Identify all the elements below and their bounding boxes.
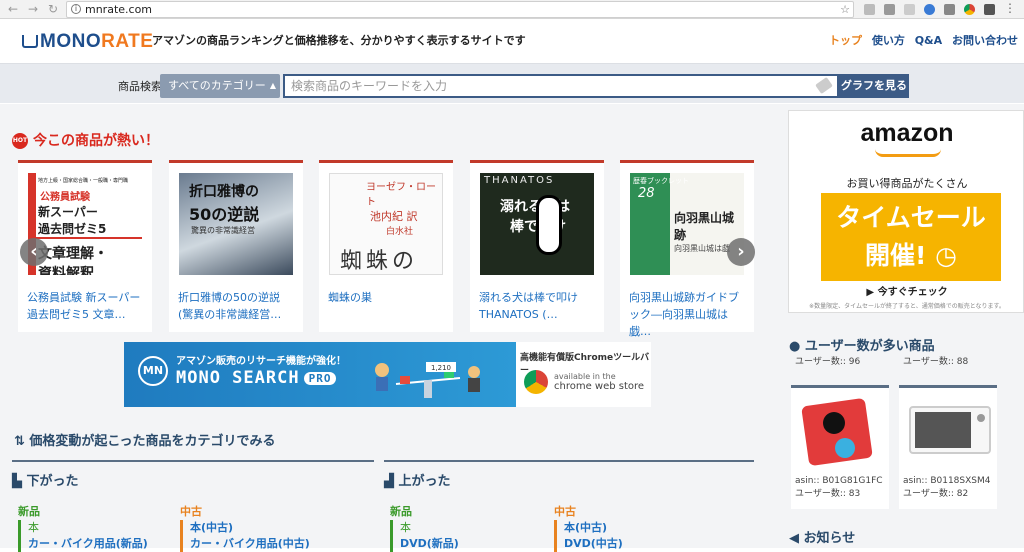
extension-icon[interactable] — [984, 4, 995, 15]
site-tagline: アマゾンの商品ランキングと価格推移を、分かりやすく表示するサイトです — [152, 34, 526, 47]
site-header: MONORATE アマゾンの商品ランキングと価格推移を、分かりやすく表示するサイ… — [0, 19, 1024, 63]
up-new-column: 新品 本 DVD(新品) — [390, 505, 459, 552]
product-title-link[interactable]: 溺れる犬は棒で叩け THANATOS (… — [479, 289, 597, 323]
main-content: HOT 今この商品が熱い！ 地方上級・国家総合職・一般職・専門職 公務員試験 新ス… — [0, 104, 775, 552]
nav-qa-link[interactable]: Q&A — [915, 34, 942, 47]
svg-text:1,210: 1,210 — [431, 364, 451, 372]
down-new-column: 新品 本 カー・バイク用品(新品) — [18, 505, 148, 552]
book-cover: 折口雅博の 50の逆説 驚異の非常識経営 — [179, 173, 293, 275]
select-arrows-icon: ▲ — [269, 81, 276, 90]
search-input[interactable]: 検索商品のキーワードを入力 — [283, 74, 839, 98]
product-title-link[interactable]: 蜘蛛の巣 — [328, 289, 446, 306]
book-cover: ヨーゼフ・ロート 池内紀 訳 白水社 蜘蛛の巣 — [329, 173, 443, 275]
popular-item-card[interactable]: asin:: B01G81G1FC ユーザー数:: 83 — [791, 385, 889, 509]
sort-arrows-icon: ⇅ — [14, 434, 30, 449]
category-select[interactable]: すべてのカテゴリー ▲ — [160, 74, 280, 98]
price-up-header: ▟ 上がった — [384, 460, 754, 490]
mono-search-logo-icon: MN — [138, 356, 168, 386]
mono-search-banner[interactable]: MN アマゾン販売のリサーチ機能が強化！ MONO SEARCH PRO 1,21… — [124, 342, 651, 407]
news-title: ◀ お知らせ — [789, 531, 856, 546]
sidebar: amazon お買い得商品がたくさん タイムセール 開催! ◷ ▶ 今すぐチェック… — [775, 104, 1024, 548]
browser-menu-icon[interactable]: ⋮ — [1004, 1, 1016, 15]
megaphone-icon: ◀ — [789, 531, 804, 546]
category-link[interactable]: カー・バイク用品(新品) — [28, 536, 148, 552]
chrome-web-store-icon — [524, 370, 548, 394]
cart-icon — [22, 35, 38, 48]
time-sale-panel: タイムセール 開催! ◷ — [821, 193, 1001, 281]
extension-icon[interactable] — [864, 4, 875, 15]
address-bar[interactable]: i mnrate.com ☆ — [66, 1, 854, 18]
scale-illustration: 1,210 — [375, 362, 480, 398]
amazon-logo: amazon — [860, 119, 954, 147]
up-used-column: 中古 本(中古) DVD(中古) — [554, 505, 623, 552]
toy-image — [795, 392, 885, 472]
clock-icon: ◷ — [926, 241, 957, 270]
forward-icon[interactable]: → — [28, 2, 38, 16]
graph-search-button[interactable]: グラフを見る — [839, 74, 909, 98]
info-icon[interactable]: i — [71, 4, 81, 14]
book-cover: 歴春ブックレット 28 向羽黒山城跡 向羽黒山城は戯 — [630, 173, 744, 275]
category-link[interactable]: 本(中古) — [190, 520, 310, 536]
amazon-smile-icon — [875, 149, 941, 157]
search-label: 商品検索 — [118, 80, 162, 93]
price-down-header: ▙ 下がった — [12, 460, 374, 490]
url-text: mnrate.com — [85, 3, 153, 16]
product-card[interactable]: 折口雅博の 50の逆説 驚異の非常識経営 折口雅博の50の逆説 (驚異の非常識経… — [169, 160, 303, 332]
product-card[interactable]: ヨーゼフ・ロート 池内紀 訳 白水社 蜘蛛の巣 蜘蛛の巣 — [319, 160, 453, 332]
amazon-ad[interactable]: amazon お買い得商品がたくさん タイムセール 開催! ◷ ▶ 今すぐチェック… — [788, 110, 1024, 313]
chart-up-icon: ▟ — [384, 474, 399, 489]
nav-howto-link[interactable]: 使い方 — [872, 34, 905, 47]
category-link[interactable]: 本 — [28, 520, 148, 536]
site-logo[interactable]: MONORATE — [22, 31, 153, 53]
category-link[interactable]: カー・バイク用品(中古) — [190, 536, 310, 552]
chrome-icon[interactable] — [964, 4, 975, 15]
chart-down-icon: ▙ — [12, 474, 27, 489]
product-title-link[interactable]: 向羽黒山城跡ガイドブック―向羽黒山城は戯… — [629, 289, 747, 340]
product-title-link[interactable]: 公務員試験 新スーパー過去問ゼミ5 文章… — [27, 289, 145, 323]
product-title-link[interactable]: 折口雅博の50の逆説 (驚異の非常識経営… — [178, 289, 296, 323]
check-now-link[interactable]: ▶ 今すぐチェック — [789, 283, 1023, 298]
category-section-title: ⇅ 価格変動が起こった商品をカテゴリでみる — [14, 434, 276, 449]
bookmark-star-icon[interactable]: ☆ — [840, 2, 850, 17]
eraser-icon[interactable] — [815, 76, 833, 95]
book-cover: THANATOS 溺れる犬は 棒で叩け — [480, 173, 594, 275]
extension-icon[interactable] — [884, 4, 895, 15]
nav-contact-link[interactable]: お問い合わせ — [952, 34, 1018, 47]
nav-top-link[interactable]: トップ — [829, 34, 862, 47]
carousel-next-button[interactable]: › — [727, 238, 755, 266]
category-link[interactable]: DVD(中古) — [564, 536, 623, 552]
penguin-illustration — [536, 195, 562, 255]
down-used-column: 中古 本(中古) カー・バイク用品(中古) — [180, 505, 310, 552]
search-bar: 商品検索 すべてのカテゴリー ▲ 検索商品のキーワードを入力 グラフを見る — [0, 63, 1024, 103]
top-navigation: トップ 使い方 Q&A お問い合わせ — [823, 32, 1018, 48]
browser-toolbar: ← → ↻ i mnrate.com ☆ ⋮ — [0, 0, 1024, 19]
hot-section-title: HOT 今この商品が熱い！ — [12, 133, 159, 149]
extension-icon[interactable] — [904, 4, 915, 15]
reload-icon[interactable]: ↻ — [48, 2, 58, 16]
microwave-image — [903, 392, 993, 472]
category-link[interactable]: 本 — [400, 520, 459, 536]
extension-icon[interactable] — [944, 4, 955, 15]
popular-items-title: ● ユーザー数が多い商品 — [789, 339, 935, 354]
category-link[interactable]: DVD(新品) — [400, 536, 459, 552]
category-link[interactable]: 本(中古) — [564, 520, 623, 536]
extension-icon[interactable] — [924, 4, 935, 15]
hot-badge-icon: HOT — [12, 133, 28, 149]
carousel-prev-button[interactable]: ‹ — [20, 238, 48, 266]
popular-item-card[interactable]: asin:: B0118SXSM4 ユーザー数:: 82 — [899, 385, 997, 509]
user-icon: ● — [789, 339, 805, 354]
product-card[interactable]: THANATOS 溺れる犬は 棒で叩け 溺れる犬は棒で叩け THANATOS (… — [470, 160, 604, 332]
back-icon[interactable]: ← — [8, 2, 18, 16]
